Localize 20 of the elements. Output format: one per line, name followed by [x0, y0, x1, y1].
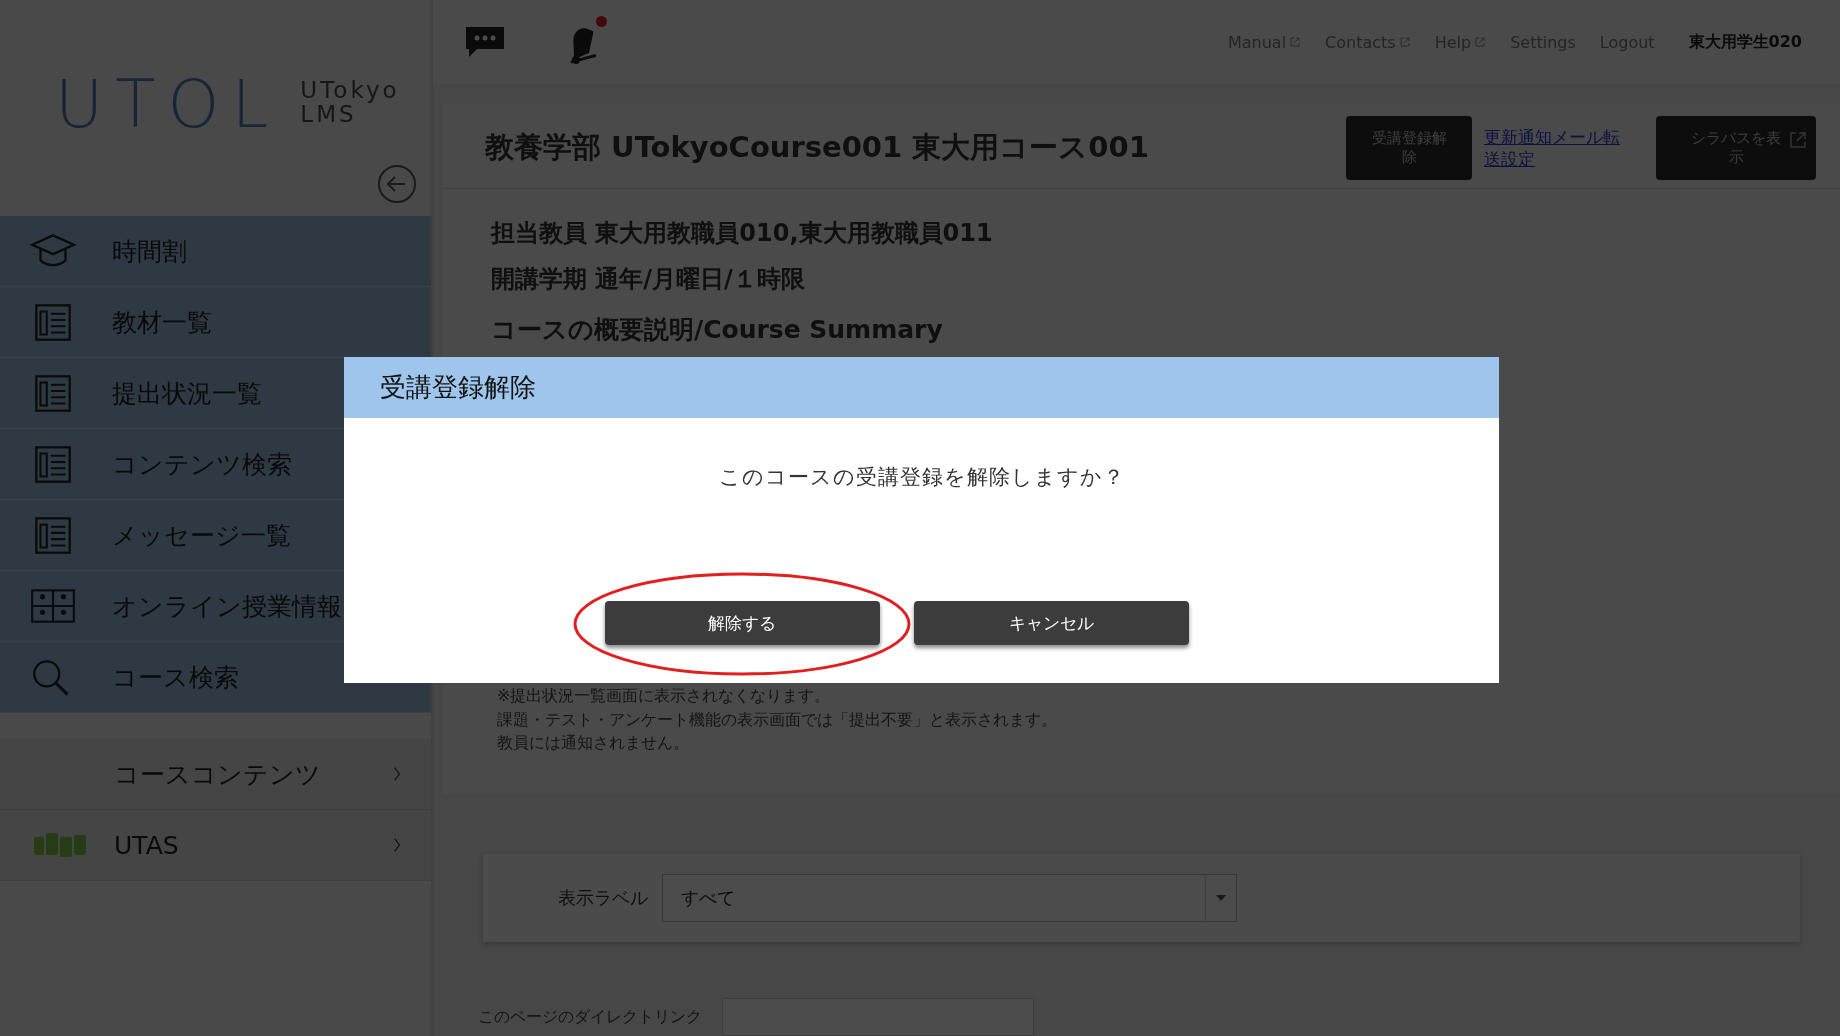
- collapse-icon[interactable]: [377, 164, 417, 204]
- utas-logo-icon: [32, 831, 88, 859]
- sidebar-section[interactable]: コースコンテンツ: [0, 739, 431, 810]
- dialog-button[interactable]: キャンセル: [913, 601, 1189, 645]
- dialog-message: このコースの受講登録を解除しますか？: [717, 464, 1126, 491]
- summary-heading: コースの概要説明/Course Summary: [491, 314, 944, 347]
- user-name[interactable]: 東大用学生020: [1688, 31, 1802, 53]
- dialog-button[interactable]: 解除する: [604, 601, 880, 645]
- course-info: 開講学期 通年/月曜日/１時限: [491, 264, 806, 296]
- course-title: 教養学部 UTokyoCourse001 東大用コース001: [485, 129, 1150, 167]
- filter-label: 表示ラベル: [558, 886, 648, 910]
- mail-settings-link[interactable]: 更新通知メール転送設定: [1484, 126, 1634, 171]
- label-select[interactable]: すべて: [662, 874, 1237, 922]
- sidebar-section[interactable]: UTAS: [0, 810, 431, 881]
- chevron-icon: [393, 765, 401, 783]
- course-info: 担当教員 東大用教職員010,東大用教職員011: [491, 218, 994, 250]
- dropdown-icon: [1216, 895, 1226, 901]
- sidebar-item[interactable]: 時間割: [0, 216, 431, 287]
- external-link-icon: [1788, 130, 1808, 151]
- chevron-icon: [393, 836, 401, 854]
